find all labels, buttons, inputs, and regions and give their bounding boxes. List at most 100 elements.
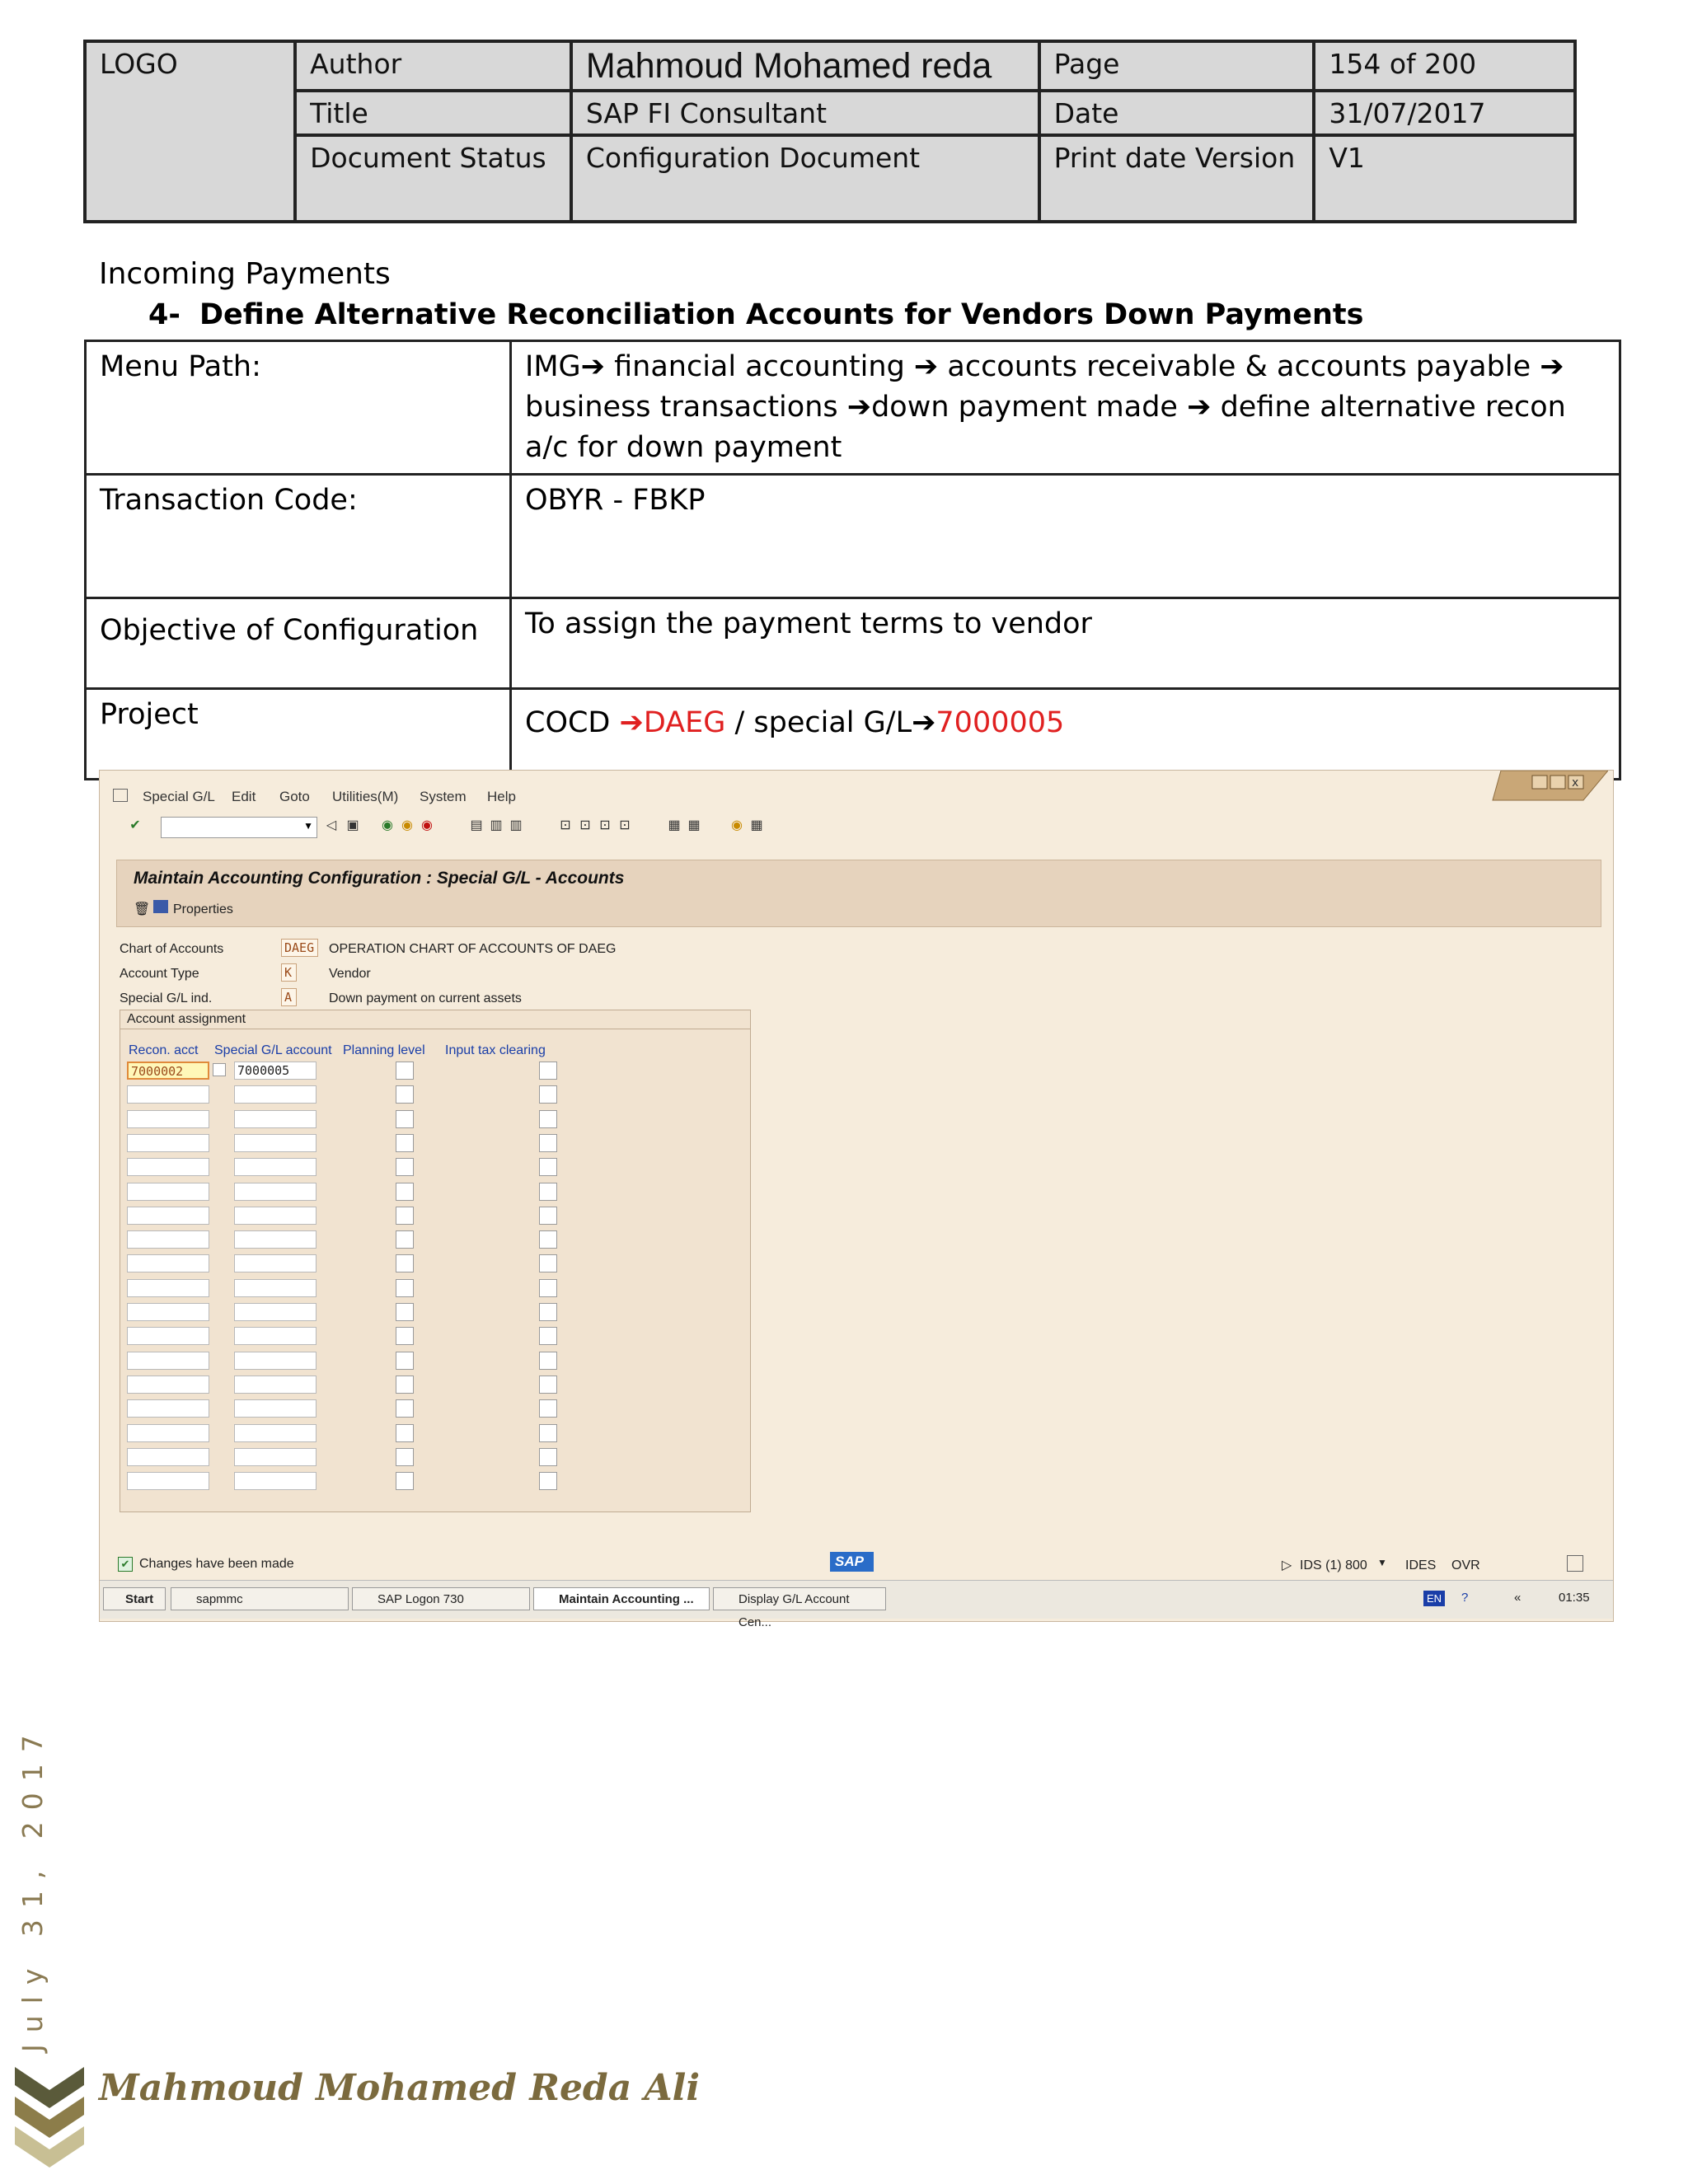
recon-acct-field[interactable] (127, 1303, 209, 1321)
planning-level-checkbox[interactable] (396, 1134, 414, 1152)
special-gl-account-field[interactable] (234, 1352, 316, 1370)
input-tax-clearing-checkbox[interactable] (539, 1062, 557, 1080)
input-tax-clearing-checkbox[interactable] (539, 1183, 557, 1201)
col-input-tax-clearing[interactable]: Input tax clearing (445, 1043, 546, 1058)
recon-acct-field[interactable] (127, 1110, 209, 1128)
next-page-icon[interactable]: ⊡ (598, 818, 612, 833)
special-gl-account-field[interactable] (234, 1472, 316, 1490)
trash-icon[interactable]: 🗑 (134, 901, 150, 916)
table-icon[interactable] (153, 900, 168, 913)
planning-level-checkbox[interactable] (396, 1472, 414, 1490)
planning-level-checkbox[interactable] (396, 1062, 414, 1080)
planning-level-checkbox[interactable] (396, 1424, 414, 1442)
recon-acct-field[interactable] (127, 1279, 209, 1297)
special-gl-account-field[interactable] (234, 1399, 316, 1418)
menu-help[interactable]: Help (487, 789, 516, 805)
find-icon[interactable]: ▥ (489, 818, 504, 833)
recon-acct-field[interactable]: 7000002 (127, 1062, 209, 1080)
input-tax-clearing-checkbox[interactable] (539, 1376, 557, 1394)
recon-acct-field[interactable] (127, 1399, 209, 1418)
properties-button[interactable]: 🗑 Properties (134, 900, 233, 917)
find-next-icon[interactable]: ▥ (509, 818, 523, 833)
special-gl-account-field[interactable] (234, 1134, 316, 1152)
recon-acct-field[interactable] (127, 1183, 209, 1201)
back-small-icon[interactable]: ◁ (324, 818, 339, 833)
planning-level-checkbox[interactable] (396, 1303, 414, 1321)
planning-level-checkbox[interactable] (396, 1399, 414, 1418)
first-page-icon[interactable]: ⊡ (558, 818, 573, 833)
save-icon[interactable]: ▣ (345, 818, 360, 833)
planning-level-checkbox[interactable] (396, 1183, 414, 1201)
special-gl-account-field[interactable] (234, 1327, 316, 1345)
recon-acct-field[interactable] (127, 1254, 209, 1272)
planning-level-checkbox[interactable] (396, 1352, 414, 1370)
recon-acct-field[interactable] (127, 1376, 209, 1394)
input-tax-clearing-checkbox[interactable] (539, 1085, 557, 1104)
enter-icon[interactable]: ✔ (128, 818, 143, 833)
planning-level-checkbox[interactable] (396, 1230, 414, 1249)
input-tax-clearing-checkbox[interactable] (539, 1327, 557, 1345)
input-tax-clearing-checkbox[interactable] (539, 1110, 557, 1128)
chevron-down-icon[interactable]: ▼ (1377, 1557, 1387, 1568)
planning-level-checkbox[interactable] (396, 1085, 414, 1104)
input-tax-clearing-checkbox[interactable] (539, 1303, 557, 1321)
help-icon[interactable]: ◉ (729, 818, 744, 833)
special-gl-account-field[interactable] (234, 1183, 316, 1201)
recon-acct-field[interactable] (127, 1158, 209, 1176)
special-gl-account-field[interactable] (234, 1230, 316, 1249)
input-tax-clearing-checkbox[interactable] (539, 1230, 557, 1249)
input-tax-clearing-checkbox[interactable] (539, 1134, 557, 1152)
recon-acct-field[interactable] (127, 1085, 209, 1104)
menu-special-gl[interactable]: Special G/L (143, 789, 215, 805)
special-gl-account-field[interactable] (234, 1376, 316, 1394)
command-field[interactable]: ▼ (161, 817, 317, 838)
col-planning-level[interactable]: Planning level (343, 1043, 425, 1058)
menu-utilities[interactable]: Utilities(M) (332, 789, 398, 805)
special-gl-account-field[interactable] (234, 1303, 316, 1321)
menu-edit[interactable]: Edit (232, 789, 256, 805)
recon-acct-field[interactable] (127, 1207, 209, 1225)
input-tax-clearing-checkbox[interactable] (539, 1399, 557, 1418)
menu-system[interactable]: System (420, 789, 467, 805)
planning-level-checkbox[interactable] (396, 1207, 414, 1225)
copy-icon[interactable] (213, 1063, 226, 1076)
task-sap-logon[interactable]: SAP Logon 730 (352, 1587, 530, 1610)
special-gl-account-field[interactable]: 7000005 (234, 1062, 316, 1080)
special-gl-account-field[interactable] (234, 1448, 316, 1466)
planning-level-checkbox[interactable] (396, 1110, 414, 1128)
input-tax-clearing-checkbox[interactable] (539, 1472, 557, 1490)
cancel-icon[interactable]: ◉ (420, 818, 434, 833)
recon-acct-field[interactable] (127, 1352, 209, 1370)
recon-acct-field[interactable] (127, 1472, 209, 1490)
task-sapmmc[interactable]: sapmmc (171, 1587, 349, 1610)
special-gl-account-field[interactable] (234, 1085, 316, 1104)
last-page-icon[interactable]: ⊡ (617, 818, 632, 833)
lock-icon[interactable] (1567, 1555, 1583, 1572)
language-indicator[interactable]: EN (1423, 1591, 1446, 1606)
chevron-down-icon[interactable]: ▼ (303, 820, 313, 832)
planning-level-checkbox[interactable] (396, 1376, 414, 1394)
start-button[interactable]: Start (103, 1587, 166, 1610)
layout-icon[interactable]: ▦ (749, 818, 764, 833)
planning-level-checkbox[interactable] (396, 1279, 414, 1297)
col-special-gl-account[interactable]: Special G/L account (214, 1043, 332, 1058)
help-icon[interactable]: ? (1461, 1591, 1468, 1605)
task-display-gl[interactable]: Display G/L Account Cen... (713, 1587, 886, 1629)
special-gl-account-field[interactable] (234, 1279, 316, 1297)
prev-page-icon[interactable]: ⊡ (578, 818, 593, 833)
input-tax-clearing-checkbox[interactable] (539, 1279, 557, 1297)
new-session-icon[interactable]: ▦ (667, 818, 682, 833)
print-icon[interactable]: ▤ (469, 818, 484, 833)
input-tax-clearing-checkbox[interactable] (539, 1158, 557, 1176)
shortcut-icon[interactable]: ▦ (687, 818, 701, 833)
recon-acct-field[interactable] (127, 1327, 209, 1345)
planning-level-checkbox[interactable] (396, 1254, 414, 1272)
recon-acct-field[interactable] (127, 1230, 209, 1249)
input-tax-clearing-checkbox[interactable] (539, 1424, 557, 1442)
menu-icon[interactable] (113, 789, 128, 802)
back-icon[interactable]: ◉ (380, 818, 395, 833)
special-gl-account-field[interactable] (234, 1424, 316, 1442)
planning-level-checkbox[interactable] (396, 1448, 414, 1466)
play-icon[interactable]: ▷ (1282, 1557, 1292, 1573)
input-tax-clearing-checkbox[interactable] (539, 1254, 557, 1272)
